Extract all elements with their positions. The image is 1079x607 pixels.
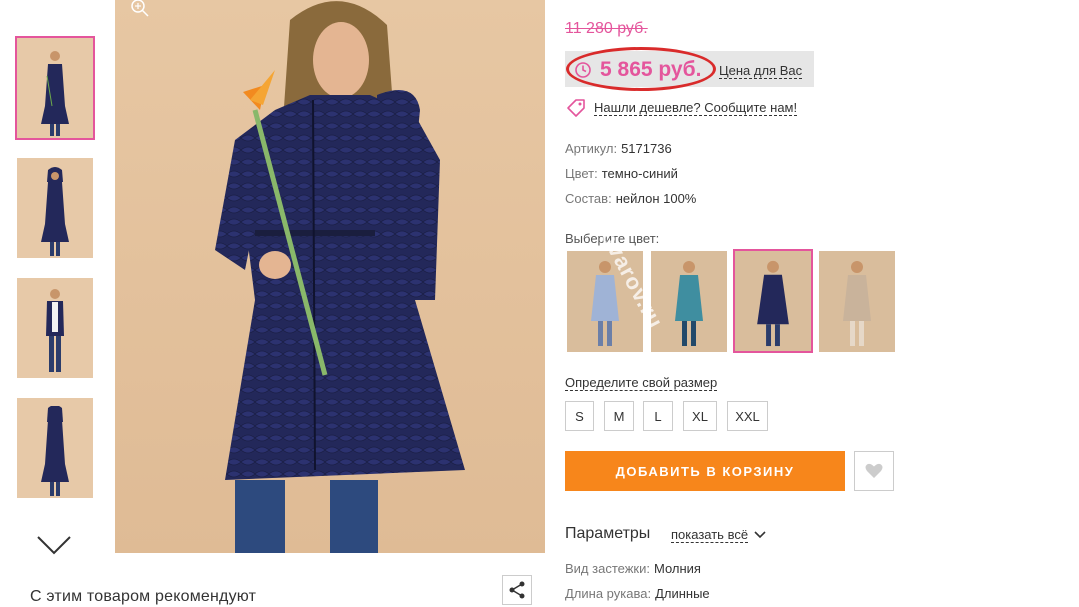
- swatch-figure: [843, 261, 871, 346]
- color-swatch-dark-blue[interactable]: [733, 249, 813, 353]
- parameters-title: Параметры: [565, 525, 651, 542]
- share-icon: [509, 581, 525, 599]
- param-label: Вид застежки:: [565, 561, 650, 576]
- size-button-xxl[interactable]: XXL: [727, 401, 768, 431]
- price-tag-icon: [567, 99, 585, 117]
- chevron-down-icon[interactable]: [754, 530, 766, 540]
- param-value: Молния: [653, 561, 701, 576]
- color-swatch-teal[interactable]: [651, 251, 727, 352]
- thumbnail-4-figure: [38, 405, 72, 498]
- param-label: Длина рукава:: [565, 586, 652, 601]
- size-button-s[interactable]: S: [565, 401, 594, 431]
- price-for-you-link[interactable]: Цена для Вас: [719, 64, 803, 79]
- old-price: 11 280 руб.: [565, 20, 648, 37]
- attr-color: Цвет: темно-синий: [565, 166, 678, 181]
- heart-icon: [865, 463, 883, 478]
- thumbnail-4[interactable]: [17, 398, 93, 498]
- main-product-image[interactable]: [115, 0, 545, 553]
- found-cheaper-link[interactable]: Нашли дешевле? Сообщите нам!: [594, 101, 798, 116]
- share-button[interactable]: [502, 575, 532, 605]
- chevron-down-icon[interactable]: [36, 534, 72, 556]
- size-guide-link[interactable]: Определите свой размер: [565, 376, 718, 391]
- param-sleeve-length: Длина рукава: Длинные: [565, 586, 710, 601]
- swatch-figure: [757, 260, 789, 347]
- thumbnail-1-figure: [38, 46, 72, 138]
- product-page: С этим товаром рекомендуют 11 280 руб. 5…: [0, 0, 1079, 607]
- thumbnail-2[interactable]: [17, 158, 93, 258]
- recommend-title: С этим товаром рекомендуют: [30, 588, 257, 605]
- add-to-cart-button[interactable]: ДОБАВИТЬ В КОРЗИНУ: [565, 451, 845, 491]
- attr-value: темно-синий: [601, 166, 678, 181]
- thumbnail-3[interactable]: [17, 278, 93, 378]
- price-highlight-circle: [566, 47, 716, 91]
- size-button-xl[interactable]: XL: [683, 401, 717, 431]
- param-value: Длинные: [655, 586, 710, 601]
- thumbnail-3-figure: [38, 286, 72, 378]
- attr-composition: Состав: нейлон 100%: [565, 191, 696, 206]
- attr-label: Состав:: [565, 191, 612, 206]
- attr-value: 5171736: [621, 141, 672, 156]
- zoom-icon[interactable]: [130, 0, 150, 18]
- thumbnail-1[interactable]: [15, 36, 95, 140]
- attr-label: Артикул:: [565, 141, 618, 156]
- color-swatch-beige[interactable]: [819, 251, 895, 352]
- size-button-l[interactable]: L: [643, 401, 673, 431]
- show-all-link[interactable]: показать всё: [671, 528, 749, 543]
- size-button-m[interactable]: M: [604, 401, 634, 431]
- attr-value: нейлон 100%: [615, 191, 697, 206]
- model-photo: [215, 1, 465, 553]
- thumbnail-2-figure: [38, 166, 72, 258]
- param-fastener: Вид застежки: Молния: [565, 561, 701, 576]
- attr-label: Цвет:: [565, 166, 598, 181]
- swatch-figure: [675, 261, 703, 346]
- favorite-button[interactable]: [854, 451, 894, 491]
- attr-article: Артикул: 5171736: [565, 141, 672, 156]
